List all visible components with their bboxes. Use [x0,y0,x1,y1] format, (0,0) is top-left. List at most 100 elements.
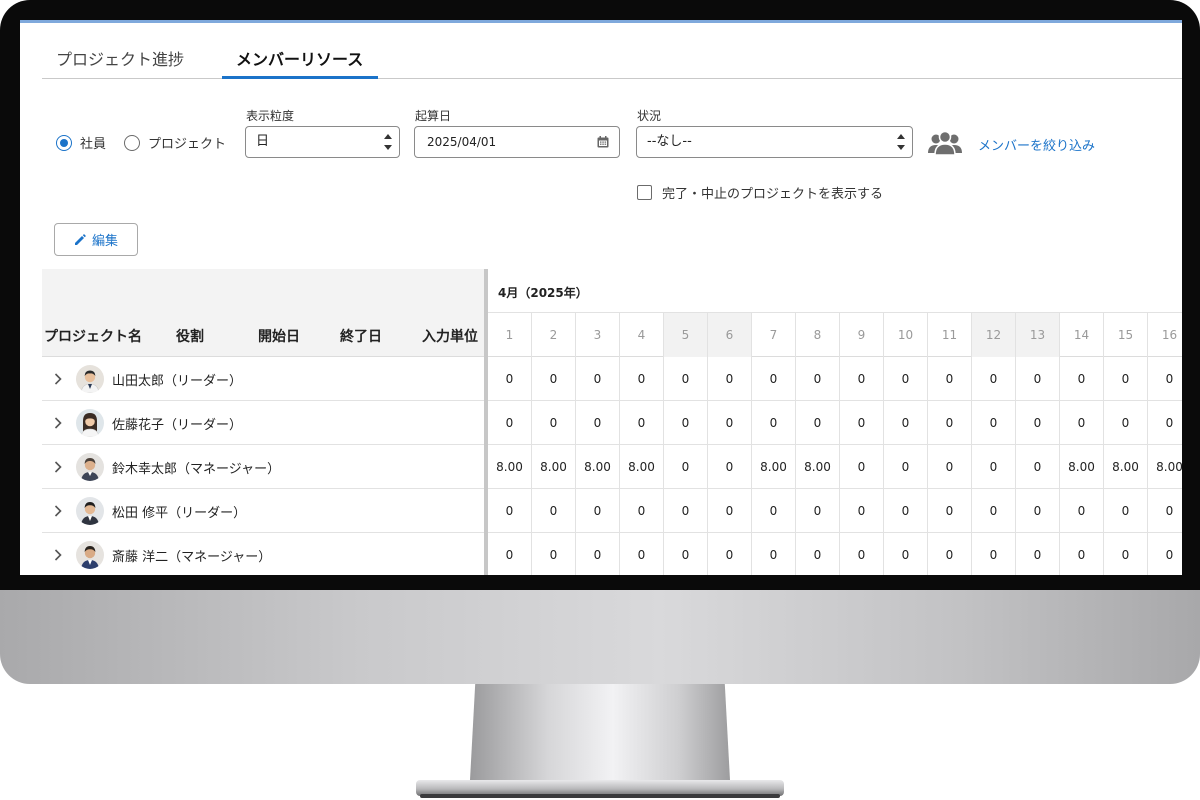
hours-cell[interactable]: 0 [488,357,532,401]
member-row[interactable]: 松田 修平（リーダー） [42,489,486,533]
chevron-right-icon[interactable] [54,461,62,473]
hours-cell[interactable]: 0 [532,489,576,533]
hours-cell[interactable]: 0 [532,357,576,401]
hours-cell[interactable]: 0 [1060,489,1104,533]
hours-cell[interactable]: 0 [752,357,796,401]
hours-cell[interactable]: 0 [1148,489,1182,533]
member-row[interactable]: 鈴木幸太郎（マネージャー） [42,445,486,489]
hours-cell[interactable]: 8.00 [1060,445,1104,489]
status-select[interactable]: --なし-- [636,126,913,158]
hours-cell[interactable]: 0 [840,401,884,445]
show-completed-checkbox[interactable] [637,185,652,200]
hours-cell[interactable]: 0 [1016,533,1060,575]
hours-cell[interactable]: 0 [884,533,928,575]
hours-cell[interactable]: 0 [620,533,664,575]
hours-cell[interactable]: 0 [1148,401,1182,445]
column-end-date[interactable]: 終了日 [340,326,382,346]
tab-project-progress[interactable]: プロジェクト進捗 [42,47,202,79]
hours-cell[interactable]: 0 [576,401,620,445]
hours-cell[interactable]: 0 [1104,489,1148,533]
column-role[interactable]: 役割 [176,326,204,346]
hours-cell[interactable]: 0 [972,489,1016,533]
member-row[interactable]: 斎藤 洋二（マネージャー） [42,533,486,575]
member-row[interactable]: 佐藤花子（リーダー） [42,401,486,445]
hours-cell[interactable]: 0 [532,401,576,445]
granularity-select[interactable]: 日 [245,126,400,158]
hours-cell[interactable]: 8.00 [1148,445,1182,489]
hours-cell[interactable]: 0 [1060,401,1104,445]
member-filter-link[interactable]: メンバーを絞り込み [978,135,1095,154]
column-start-date[interactable]: 開始日 [258,326,300,346]
hours-cell[interactable]: 0 [664,445,708,489]
hours-cell[interactable]: 0 [928,533,972,575]
hours-cell[interactable]: 0 [532,533,576,575]
hours-cell[interactable]: 0 [664,401,708,445]
hours-cell[interactable]: 0 [488,401,532,445]
hours-cell[interactable]: 0 [576,489,620,533]
hours-cell[interactable]: 0 [840,489,884,533]
hours-cell[interactable]: 0 [752,533,796,575]
hours-cell[interactable]: 0 [708,489,752,533]
start-date-input[interactable]: 2025/04/01 [414,126,620,158]
hours-cell[interactable]: 8.00 [576,445,620,489]
hours-cell[interactable]: 0 [708,401,752,445]
hours-cell[interactable]: 0 [664,533,708,575]
radio-project-indicator[interactable] [124,134,140,151]
hours-cell[interactable]: 0 [928,489,972,533]
edit-button[interactable]: 編集 [54,223,138,256]
column-project-name[interactable]: プロジェクト名 [44,326,142,346]
chevron-right-icon[interactable] [54,505,62,517]
hours-cell[interactable]: 0 [972,445,1016,489]
radio-employee-indicator[interactable] [56,134,72,151]
hours-cell[interactable]: 0 [1104,533,1148,575]
hours-cell[interactable]: 0 [1016,445,1060,489]
hours-cell[interactable]: 8.00 [620,445,664,489]
hours-cell[interactable]: 0 [1016,357,1060,401]
hours-cell[interactable]: 0 [840,533,884,575]
hours-cell[interactable]: 0 [576,357,620,401]
hours-cell[interactable]: 0 [752,489,796,533]
hours-cell[interactable]: 0 [1060,357,1104,401]
hours-cell[interactable]: 8.00 [752,445,796,489]
tab-member-resource[interactable]: メンバーリソース [222,47,378,79]
radio-project[interactable]: プロジェクト [124,133,226,152]
hours-cell[interactable]: 0 [884,445,928,489]
hours-cell[interactable]: 0 [972,357,1016,401]
hours-cell[interactable]: 0 [664,489,708,533]
hours-cell[interactable]: 8.00 [1104,445,1148,489]
hours-cell[interactable]: 0 [1016,401,1060,445]
hours-cell[interactable]: 0 [664,357,708,401]
hours-cell[interactable]: 0 [840,445,884,489]
hours-cell[interactable]: 0 [1016,489,1060,533]
hours-cell[interactable]: 0 [928,445,972,489]
hours-cell[interactable]: 8.00 [532,445,576,489]
hours-cell[interactable]: 0 [928,357,972,401]
show-completed-option[interactable]: 完了・中止のプロジェクトを表示する [637,183,883,202]
hours-cell[interactable]: 0 [796,489,840,533]
hours-cell[interactable]: 0 [1104,401,1148,445]
chevron-right-icon[interactable] [54,549,62,561]
hours-cell[interactable]: 0 [576,533,620,575]
hours-cell[interactable]: 0 [1104,357,1148,401]
hours-cell[interactable]: 0 [708,357,752,401]
chevron-right-icon[interactable] [54,373,62,385]
hours-cell[interactable]: 8.00 [488,445,532,489]
hours-cell[interactable]: 0 [1148,357,1182,401]
hours-cell[interactable]: 0 [884,401,928,445]
hours-cell[interactable]: 0 [972,401,1016,445]
hours-cell[interactable]: 0 [708,445,752,489]
hours-cell[interactable]: 0 [708,533,752,575]
people-icon[interactable] [927,129,963,157]
hours-cell[interactable]: 0 [752,401,796,445]
column-input-unit[interactable]: 入力単位 [422,326,478,346]
hours-cell[interactable]: 0 [972,533,1016,575]
chevron-right-icon[interactable] [54,417,62,429]
hours-cell[interactable]: 0 [488,489,532,533]
hours-cell[interactable]: 0 [620,401,664,445]
hours-cell[interactable]: 0 [884,357,928,401]
radio-employee[interactable]: 社員 [56,133,106,152]
hours-cell[interactable]: 0 [620,357,664,401]
member-row[interactable]: 山田太郎（リーダー） [42,357,486,401]
hours-cell[interactable]: 0 [1060,533,1104,575]
hours-cell[interactable]: 0 [620,489,664,533]
